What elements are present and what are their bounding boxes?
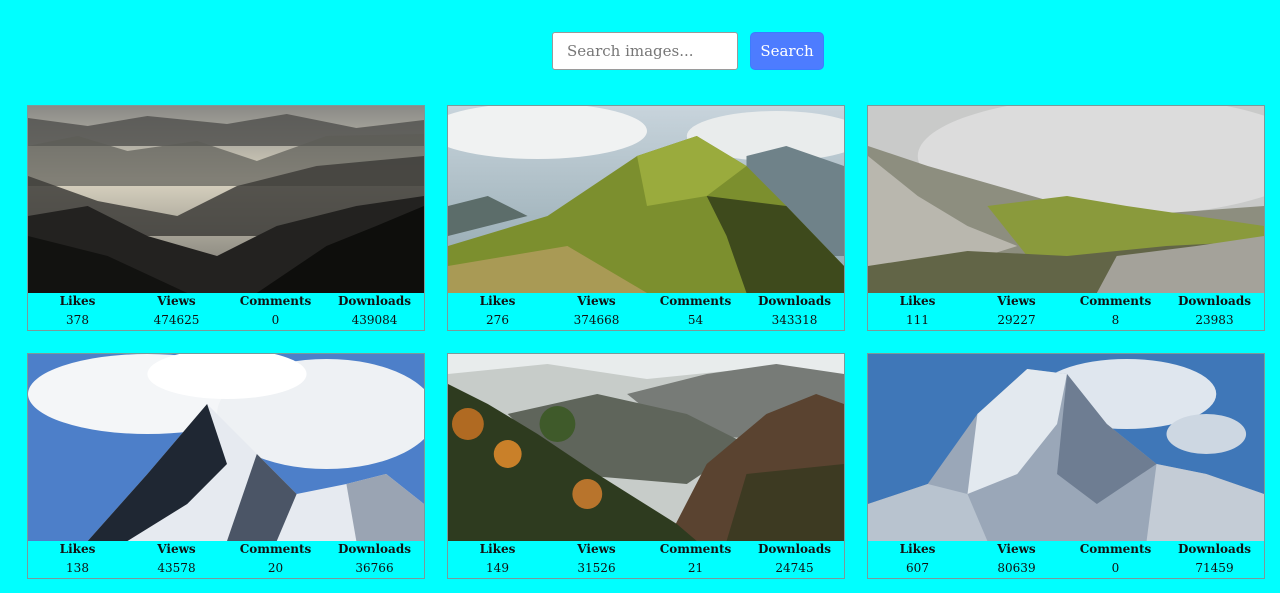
comments-label: Comments (659, 542, 732, 556)
likes-label: Likes (59, 542, 96, 556)
comments-count: 0 (271, 313, 280, 327)
card-stats: Likes 138 Views 43578 Comments 20 Downloads… (28, 541, 424, 575)
downloads-count: 36766 (355, 561, 394, 575)
search-button[interactable]: Search (750, 32, 824, 70)
image-card[interactable]: Likes 276 Views 374668 Comments 54 Download… (447, 105, 845, 331)
likes-label: Likes (479, 542, 516, 556)
likes-count: 607 (906, 561, 929, 575)
downloads-label: Downloads (338, 542, 411, 556)
comments-label: Comments (239, 294, 312, 308)
downloads-count: 71459 (1195, 561, 1234, 575)
views-label: Views (157, 294, 196, 308)
likes-label: Likes (59, 294, 96, 308)
views-label: Views (157, 542, 196, 556)
downloads-count: 23983 (1195, 313, 1234, 327)
downloads-count: 439084 (351, 313, 398, 327)
comments-count: 8 (1111, 313, 1120, 327)
likes-count: 276 (486, 313, 509, 327)
views-label: Views (577, 542, 616, 556)
image-card[interactable]: Likes 138 Views 43578 Comments 20 Downloads… (27, 353, 425, 579)
card-stats: Likes 111 Views 29227 Comments 8 Downloads 2… (868, 293, 1264, 327)
search-bar: Search (552, 32, 824, 70)
green-ridge-mountain-image[interactable] (448, 106, 844, 293)
views-count: 474625 (153, 313, 200, 327)
image-card[interactable]: Likes 378 Views 474625 Comments 0 Downloads… (27, 105, 425, 331)
comments-label: Comments (1079, 542, 1152, 556)
comments-label: Comments (659, 294, 732, 308)
comments-label: Comments (1079, 294, 1152, 308)
likes-count: 138 (66, 561, 89, 575)
comments-count: 21 (687, 561, 704, 575)
views-label: Views (997, 542, 1036, 556)
comments-label: Comments (239, 542, 312, 556)
views-label: Views (997, 294, 1036, 308)
downloads-label: Downloads (758, 542, 831, 556)
downloads-label: Downloads (758, 294, 831, 308)
downloads-count: 24745 (775, 561, 814, 575)
views-count: 29227 (997, 313, 1036, 327)
likes-label: Likes (899, 294, 936, 308)
rocky-snow-mountain-image[interactable] (868, 354, 1264, 541)
views-count: 80639 (997, 561, 1036, 575)
likes-label: Likes (899, 542, 936, 556)
comments-count: 20 (267, 561, 284, 575)
image-card[interactable]: Likes 111 Views 29227 Comments 8 Downloads 2… (867, 105, 1265, 331)
card-stats: Likes 378 Views 474625 Comments 0 Downloads… (28, 293, 424, 327)
image-card[interactable]: Likes 607 Views 80639 Comments 0 Downloads 7… (867, 353, 1265, 579)
downloads-label: Downloads (338, 294, 411, 308)
image-grid: Likes 378 Views 474625 Comments 0 Downloads… (27, 105, 1265, 579)
views-count: 374668 (573, 313, 620, 327)
search-input[interactable] (552, 32, 738, 70)
misty-mountain-valley-image[interactable] (28, 106, 424, 293)
downloads-count: 343318 (771, 313, 818, 327)
comments-count: 54 (687, 313, 704, 327)
foggy-alpine-meadow-image[interactable] (868, 106, 1264, 293)
views-count: 31526 (577, 561, 616, 575)
autumn-forest-canyon-image[interactable] (448, 354, 844, 541)
comments-count: 0 (1111, 561, 1120, 575)
views-label: Views (577, 294, 616, 308)
likes-count: 111 (906, 313, 929, 327)
card-stats: Likes 276 Views 374668 Comments 54 Download… (448, 293, 844, 327)
likes-label: Likes (479, 294, 516, 308)
likes-count: 378 (66, 313, 89, 327)
views-count: 43578 (157, 561, 196, 575)
snowy-peak-clouds-image[interactable] (28, 354, 424, 541)
downloads-label: Downloads (1178, 294, 1251, 308)
card-stats: Likes 149 Views 31526 Comments 21 Downloads… (448, 541, 844, 575)
likes-count: 149 (486, 561, 509, 575)
downloads-label: Downloads (1178, 542, 1251, 556)
card-stats: Likes 607 Views 80639 Comments 0 Downloads 7… (868, 541, 1264, 575)
image-card[interactable]: Likes 149 Views 31526 Comments 21 Downloads… (447, 353, 845, 579)
